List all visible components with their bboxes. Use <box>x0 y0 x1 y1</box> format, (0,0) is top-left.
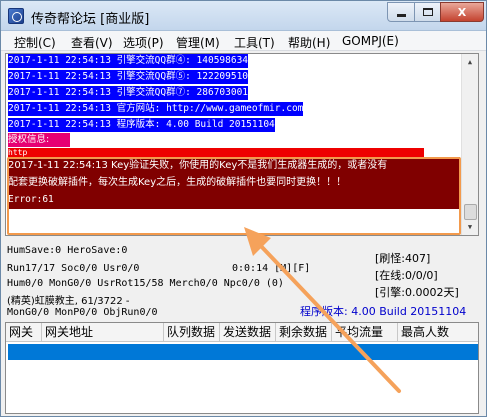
app-window: 传奇帮论坛 [商业版] X 控制(C) 查看(V) 选项(P) 管理(M) 工具… <box>0 0 487 417</box>
gateway-table[interactable]: 网关 网关地址 队列数据 发送数据 剩余数据 平均流量 最高人数 <box>5 322 479 414</box>
highlight-box <box>7 157 461 235</box>
table-row[interactable] <box>8 344 478 360</box>
column-header[interactable]: 网关地址 <box>42 323 164 342</box>
menu-view[interactable]: 查看(V) <box>71 34 113 51</box>
status-refresh: [刷怪:407] <box>375 252 431 265</box>
maximize-button[interactable] <box>414 2 441 22</box>
log-line: 2017-1-11 22:54:13 程序版本: 4.00 Build 2015… <box>8 118 275 132</box>
scroll-thumb[interactable] <box>464 204 477 220</box>
title-bar: 传奇帮论坛 [商业版] X <box>1 1 486 31</box>
maximize-icon <box>422 8 433 16</box>
app-icon <box>8 8 24 24</box>
column-header[interactable]: 网关 <box>6 323 42 342</box>
menu-bar: 控制(C) 查看(V) 选项(P) 管理(M) 工具(T) 帮助(H) GOMP… <box>1 31 486 51</box>
log-line: 2017-1-11 22:54:13 官方网站: http://www.game… <box>8 102 304 116</box>
menu-tools[interactable]: 工具(T) <box>234 34 275 51</box>
log-line: 2017-1-11 22:54:13 引擎交流QQ群⑤: 122209510 <box>8 70 249 84</box>
scroll-up-icon[interactable]: ▲ <box>462 54 478 70</box>
status-panel: HumSave:0 HeroSave:0 Run17/17 Soc0/0 Usr… <box>5 241 483 321</box>
menu-manage[interactable]: 管理(M) <box>176 34 220 51</box>
minimize-icon <box>396 13 406 17</box>
status-elite: (精英)虹膜教主, 61/3722 - <box>7 296 130 307</box>
status-version: 程序版本: 4.00 Build 20151104 <box>300 305 467 318</box>
close-button[interactable]: X <box>440 2 484 22</box>
close-icon: X <box>457 5 467 19</box>
auth-label: 授权信息: <box>8 133 70 147</box>
status-hum-save: HumSave:0 HeroSave:0 <box>7 245 128 256</box>
column-header[interactable]: 剩余数据 <box>276 323 332 342</box>
log-line: 2017-1-11 22:54:13 引擎交流QQ群④: 140598634 <box>8 54 249 68</box>
status-online: [在线:0/0/0] <box>375 269 438 282</box>
column-header[interactable]: 最高人数 <box>398 323 478 342</box>
status-hum: Hum0/0 MonG0/0 UsrRot15/58 Merch0/0 Npc0… <box>7 278 284 289</box>
window-title: 传奇帮论坛 [商业版] <box>31 12 150 27</box>
status-time: 0:0:14 [M][F] <box>232 263 311 274</box>
status-run: Run17/17 Soc0/0 Usr0/0 <box>7 263 140 274</box>
minimize-button[interactable] <box>387 2 415 22</box>
log-scrollbar[interactable]: ▲ ▼ <box>461 54 478 235</box>
menu-control[interactable]: 控制(C) <box>14 34 56 51</box>
status-engine: [引擎:0.0002天] <box>375 286 459 299</box>
scroll-down-icon[interactable]: ▼ <box>462 219 478 235</box>
column-header[interactable]: 队列数据 <box>164 323 220 342</box>
column-header[interactable]: 平均流量 <box>332 323 398 342</box>
table-header: 网关 网关地址 队列数据 发送数据 剩余数据 平均流量 最高人数 <box>6 323 478 342</box>
auth-url: http <box>8 148 424 157</box>
column-header[interactable]: 发送数据 <box>220 323 276 342</box>
status-mon: MonG0/0 MonP0/0 ObjRun0/0 <box>7 307 158 318</box>
menu-gompj[interactable]: GOMPJ(E) <box>342 34 399 48</box>
log-line: 2017-1-11 22:54:13 引擎交流QQ群⑦: 286703001 <box>8 86 249 100</box>
menu-help[interactable]: 帮助(H) <box>288 34 330 51</box>
log-panel[interactable]: 2017-1-11 22:54:13 引擎交流QQ群④: 140598634 2… <box>5 53 479 236</box>
menu-options[interactable]: 选项(P) <box>123 34 164 51</box>
